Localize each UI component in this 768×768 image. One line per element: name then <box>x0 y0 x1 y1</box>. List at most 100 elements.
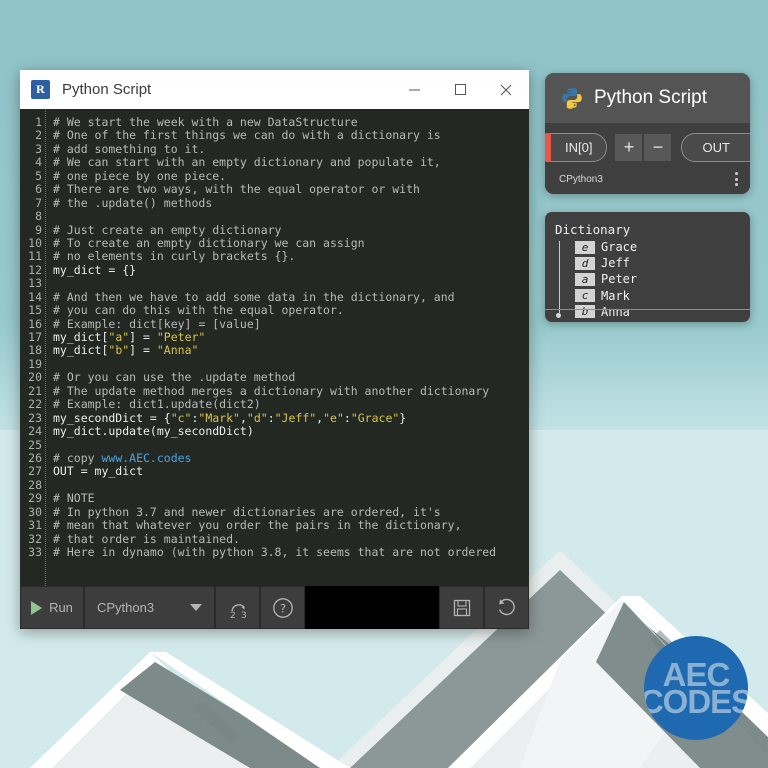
code-token: "b" <box>108 343 130 358</box>
aec-codes-logo: AEC CODES <box>644 636 748 740</box>
migrate-2-to-3-button[interactable]: 2 3 <box>215 586 260 629</box>
preview-key: b <box>575 305 595 319</box>
preview-separator <box>545 309 750 310</box>
node-output-preview[interactable]: Dictionary e Grace d Jeff a Peter c Mark b Anna <box>545 212 750 322</box>
input-port-in0[interactable]: IN[0] <box>545 133 608 162</box>
code-line: # Example: dict1.update(dict2) <box>53 397 529 411</box>
node-header: Python Script <box>545 73 750 123</box>
aec-logo-line2: CODES <box>644 683 748 720</box>
line-number: 31 <box>28 518 42 533</box>
line-number: 21 <box>28 383 42 398</box>
code-token: "Mark" <box>198 410 240 425</box>
add-port-button[interactable]: + <box>615 134 643 161</box>
preview-row: c Mark <box>564 288 750 304</box>
minimize-icon[interactable] <box>391 70 437 109</box>
engine-selector[interactable]: CPython3 <box>84 586 215 629</box>
code-token: # you can do this with the equal operato… <box>53 303 344 318</box>
run-label: Run <box>49 600 73 615</box>
code-token: "c" <box>170 410 192 425</box>
python-script-window: R Python Script 1 2 3 4 5 6 7 8 9 10 11 12 13 14 15 16 1… <box>20 70 529 629</box>
window-controls <box>391 70 529 109</box>
code-token: my_dict.update(my_secondDict) <box>53 424 254 439</box>
code-token: # There are two ways, with the equal ope… <box>53 182 420 197</box>
code-token: my_dict[ <box>53 343 109 358</box>
preview-row: b Anna <box>564 304 750 320</box>
code-token: "Jeff" <box>274 410 317 425</box>
maximize-icon[interactable] <box>437 70 483 109</box>
code-token: # the .update() methods <box>53 195 213 210</box>
preview-content: Dictionary e Grace d Jeff a Peter c Mark b Anna <box>545 212 750 320</box>
code-line: # mean that whatever you order the pairs… <box>53 518 529 532</box>
code-token: # copy <box>53 450 102 465</box>
code-token: my_secondDict = { <box>53 410 171 425</box>
code-token: "Peter" <box>156 330 206 344</box>
node-footer: CPython3 <box>545 164 750 194</box>
code-line: # And then we have to add some data in t… <box>53 290 529 304</box>
engine-value: CPython3 <box>97 600 155 615</box>
code-token: : <box>343 410 351 425</box>
code-token: # one piece by one piece. <box>53 168 227 183</box>
code-token: "Anna" <box>156 343 199 358</box>
remove-port-button[interactable]: − <box>644 134 672 161</box>
migrate-2-to-3-icon: 2 3 <box>230 603 246 620</box>
line-number-gutter: 1 2 3 4 5 6 7 8 9 10 11 12 13 14 15 16 17 18 19 20 21 22 23 24 2… <box>20 109 46 586</box>
line-number: 18 <box>28 343 42 358</box>
code-editor[interactable]: 1 2 3 4 5 6 7 8 9 10 11 12 13 14 15 16 17 18 19 20 21 22 23 24 2… <box>20 109 529 586</box>
revert-button[interactable] <box>484 586 529 629</box>
line-number: 11 <box>28 249 42 264</box>
dynamo-python-node[interactable]: Python Script IN[0] + − OUT CPython3 <box>545 73 750 194</box>
preview-value: Mark <box>601 288 630 303</box>
code-line: # one piece by one piece. <box>53 168 529 183</box>
output-port-out[interactable]: OUT <box>681 133 750 162</box>
code-token: "Grace" <box>350 410 400 425</box>
preview-value: Grace <box>601 240 638 255</box>
line-number: 30 <box>28 504 42 519</box>
node-title: Python Script <box>594 87 707 108</box>
run-button[interactable]: Run <box>20 586 84 629</box>
screen-root: AEC CODES R Python Script 1 2 3 4 5 6 7 8 9 10 11 1… <box>0 0 768 768</box>
code-token: # add something to it. <box>53 141 206 156</box>
code-token: # Here in dynamo (with python 3.8, it se… <box>53 545 497 559</box>
code-line: # no elements in curly brackets {}. <box>53 250 529 263</box>
revert-undo-icon <box>498 598 515 616</box>
line-number: 12 <box>28 262 42 277</box>
kebab-menu-icon[interactable] <box>735 172 738 186</box>
python-logo-icon <box>561 87 583 109</box>
svg-text:2: 2 <box>230 611 236 620</box>
preview-key: a <box>575 272 595 286</box>
code-token: # The update method merges a dictionary … <box>53 383 490 398</box>
code-token: "d" <box>246 410 268 425</box>
code-token: } <box>399 410 407 425</box>
play-icon <box>31 600 43 615</box>
line-number: 33 <box>28 545 42 559</box>
line-number: 16 <box>28 316 42 331</box>
node-engine-label: CPython3 <box>559 173 603 185</box>
code-token: : <box>267 410 275 425</box>
preview-value: Anna <box>601 304 630 319</box>
close-icon[interactable] <box>483 70 529 109</box>
code-text[interactable]: # We start the week with a new DataStruc… <box>46 109 529 586</box>
code-token: ] = <box>129 343 157 358</box>
line-number: 27 <box>28 464 42 479</box>
preview-key: e <box>575 240 595 254</box>
code-line: # that order is maintained. <box>53 532 529 546</box>
code-line: my_dict["a"] = "Peter" <box>53 330 529 344</box>
code-token: "a" <box>108 330 130 344</box>
line-number: 28 <box>28 477 42 492</box>
code-token: ] = <box>129 330 157 344</box>
save-button[interactable] <box>439 586 484 629</box>
code-token: # In python 3.7 and newer dictionaries a… <box>53 504 441 519</box>
node-ports: IN[0] + − OUT <box>545 131 750 164</box>
code-token: # Example: dict[key] = [value] <box>53 316 261 331</box>
preview-key: d <box>575 256 595 270</box>
window-titlebar[interactable]: R Python Script <box>20 70 529 109</box>
help-button[interactable]: ? <box>260 586 305 629</box>
code-line: # the .update() methods <box>53 195 529 210</box>
line-number: 6 <box>35 182 42 197</box>
line-number: 7 <box>35 195 42 210</box>
code-line: # Here in dynamo (with python 3.8, it se… <box>53 545 529 559</box>
help-question-icon: ? <box>272 597 293 618</box>
line-number: 8 <box>35 209 42 224</box>
code-line: # We start the week with a new DataStruc… <box>53 115 529 129</box>
